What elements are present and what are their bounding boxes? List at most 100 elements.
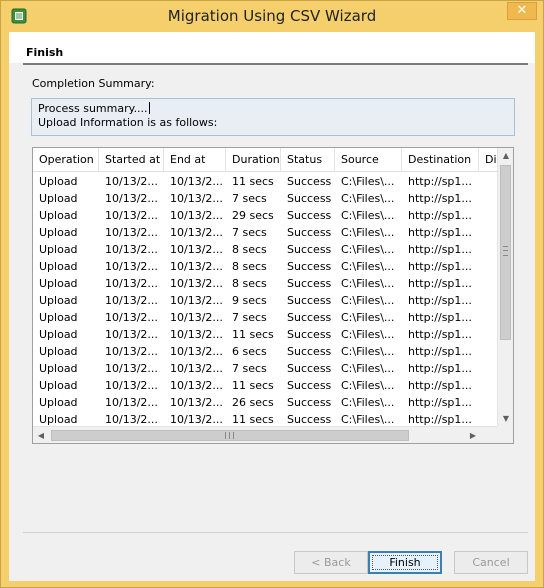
table-cell: Success (287, 277, 332, 290)
table-cell: 10/13/2... (105, 260, 158, 273)
table-row[interactable]: Upload 10/13/2... 10/13/2... 6 secs Success C… (33, 343, 499, 360)
table-cell: 10/13/2... (105, 243, 158, 256)
table-row[interactable]: Upload 10/13/2... 10/13/2... 8 secs Success C… (33, 275, 499, 292)
table-cell: 10/13/2... (170, 243, 223, 256)
table-row[interactable]: Upload 10/13/2... 10/13/2... 7 secs Success C… (33, 360, 499, 377)
table-cell: 11 secs (232, 175, 274, 188)
grid-header: Operation Started at End at Duration Status S… (33, 148, 509, 172)
table-cell: Upload (39, 328, 78, 341)
table-cell: 10/13/2... (105, 226, 158, 239)
table-cell: 10/13/2... (105, 175, 158, 188)
table-cell: Upload (39, 345, 78, 358)
table-row[interactable]: Upload 10/13/2... 10/13/2... 11 secs Success… (33, 377, 499, 394)
table-cell: C:\Files\... (341, 413, 395, 425)
results-grid[interactable]: Operation Started at End at Duration Status S… (32, 147, 514, 444)
horizontal-scrollbar[interactable]: ◀ ▶ (33, 426, 499, 443)
table-cell: http://sp1... (408, 345, 472, 358)
table-cell: http://sp1... (408, 243, 472, 256)
table-row[interactable]: Upload 10/13/2... 10/13/2... 8 secs Success C… (33, 258, 499, 275)
summary-textbox[interactable]: Process summary.... Upload Information i… (31, 98, 515, 136)
table-cell: Success (287, 345, 332, 358)
table-row[interactable]: Upload 10/13/2... 10/13/2... 7 secs Success C… (33, 190, 499, 207)
table-cell: C:\Files\... (341, 209, 395, 222)
table-cell: 10/13/2... (105, 311, 158, 324)
table-cell: http://sp1... (408, 396, 472, 409)
table-row[interactable]: Upload 10/13/2... 10/13/2... 9 secs Success C… (33, 292, 499, 309)
column-header[interactable]: End at (164, 148, 226, 172)
table-row[interactable]: Upload 10/13/2... 10/13/2... 11 secs Success… (33, 173, 499, 190)
table-cell: 7 secs (232, 362, 267, 375)
table-cell: 7 secs (232, 226, 267, 239)
text-caret (148, 102, 150, 114)
table-cell: Success (287, 243, 332, 256)
column-header[interactable]: Operation (33, 148, 99, 172)
table-cell: Upload (39, 192, 78, 205)
table-cell: Success (287, 175, 332, 188)
table-cell: 10/13/2... (170, 226, 223, 239)
wizard-client-area: Finish Completion Summary: Process summa… (9, 32, 535, 581)
table-cell: 10/13/2... (105, 328, 158, 341)
table-row[interactable]: Upload 10/13/2... 10/13/2... 7 secs Success C… (33, 224, 499, 241)
column-header[interactable]: Started at (99, 148, 164, 172)
table-cell: http://sp1... (408, 175, 472, 188)
column-header[interactable]: Source (335, 148, 402, 172)
table-cell: 10/13/2... (170, 328, 223, 341)
table-row[interactable]: Upload 10/13/2... 10/13/2... 8 secs Success C… (33, 241, 499, 258)
table-cell: Upload (39, 362, 78, 375)
table-cell: C:\Files\... (341, 362, 395, 375)
table-cell: 10/13/2... (170, 413, 223, 425)
table-cell: 9 secs (232, 294, 267, 307)
finish-button[interactable]: Finish (368, 551, 442, 574)
column-header[interactable]: Duration (226, 148, 281, 172)
grid-body: Upload 10/13/2... 10/13/2... 11 secs Success… (33, 173, 499, 425)
table-cell: 10/13/2... (105, 413, 158, 425)
table-cell: http://sp1... (408, 362, 472, 375)
grip-icon (225, 432, 234, 439)
title-bar[interactable]: Migration Using CSV Wizard ✕ (1, 1, 543, 31)
column-header[interactable]: Status (281, 148, 335, 172)
table-cell: Upload (39, 379, 78, 392)
scroll-left-icon[interactable]: ◀ (33, 427, 49, 443)
table-cell: http://sp1... (408, 379, 472, 392)
table-cell: http://sp1... (408, 260, 472, 273)
cancel-button[interactable]: Cancel (454, 551, 528, 574)
table-row[interactable]: Upload 10/13/2... 10/13/2... 26 secs Success… (33, 394, 499, 411)
table-cell: http://sp1... (408, 413, 472, 425)
table-cell: Success (287, 362, 332, 375)
table-cell: C:\Files\... (341, 311, 395, 324)
back-button[interactable]: < Back (294, 551, 368, 574)
table-row[interactable]: Upload 10/13/2... 10/13/2... 29 secs Success… (33, 207, 499, 224)
table-cell: http://sp1... (408, 328, 472, 341)
table-cell: C:\Files\... (341, 277, 395, 290)
vertical-scrollbar[interactable]: ▲ ▼ (497, 148, 513, 427)
wizard-header: Finish (9, 32, 535, 63)
vertical-scroll-thumb[interactable] (500, 165, 511, 340)
table-cell: Upload (39, 413, 78, 425)
scrollbar-corner (497, 426, 513, 443)
table-cell: 11 secs (232, 413, 274, 425)
table-row[interactable]: Upload 10/13/2... 10/13/2... 11 secs Success… (33, 326, 499, 343)
table-cell: http://sp1... (408, 294, 472, 307)
table-cell: 10/13/2... (170, 192, 223, 205)
table-cell: C:\Files\... (341, 243, 395, 256)
table-cell: Success (287, 192, 332, 205)
table-cell: Success (287, 226, 332, 239)
column-header[interactable]: Destination (402, 148, 479, 172)
table-cell: Success (287, 396, 332, 409)
table-cell: http://sp1... (408, 277, 472, 290)
close-button[interactable]: ✕ (507, 2, 537, 20)
scroll-right-icon[interactable]: ▶ (465, 427, 481, 443)
table-cell: 10/13/2... (170, 294, 223, 307)
horizontal-scroll-thumb[interactable] (51, 430, 409, 441)
table-cell: 6 secs (232, 345, 267, 358)
table-cell: http://sp1... (408, 311, 472, 324)
table-cell: Success (287, 311, 332, 324)
table-cell: 10/13/2... (105, 345, 158, 358)
table-row[interactable]: Upload 10/13/2... 10/13/2... 11 secs Success… (33, 411, 499, 425)
scroll-down-icon[interactable]: ▼ (498, 411, 513, 427)
table-cell: 10/13/2... (170, 209, 223, 222)
table-cell: C:\Files\... (341, 192, 395, 205)
table-cell: Upload (39, 294, 78, 307)
scroll-up-icon[interactable]: ▲ (498, 148, 513, 164)
table-row[interactable]: Upload 10/13/2... 10/13/2... 7 secs Success C… (33, 309, 499, 326)
